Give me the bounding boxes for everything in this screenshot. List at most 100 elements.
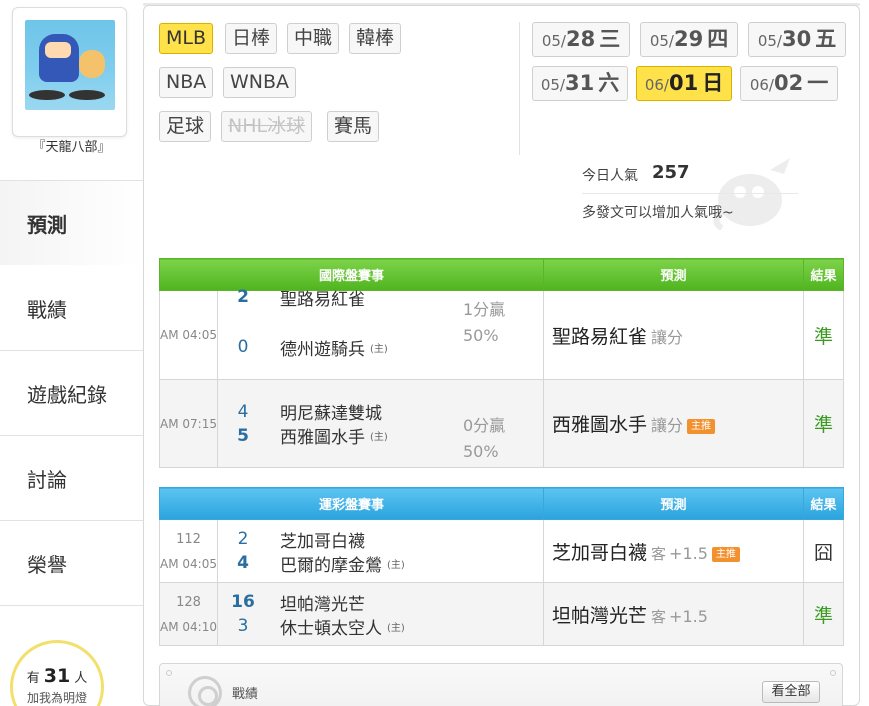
away-score: 4 bbox=[237, 401, 249, 422]
table-row[interactable]: AM 04:05 2 聖路易紅雀 0 德州遊騎兵 (主) 1分贏 50% 聖路易紅雀 讓分… bbox=[159, 287, 845, 380]
date-weekday: 日 bbox=[702, 71, 724, 95]
date-month: 05/ bbox=[540, 76, 565, 94]
spread-line: 1分贏 bbox=[463, 300, 506, 319]
pick-handicap: +1.5 bbox=[669, 606, 708, 626]
home-score: 0 bbox=[237, 337, 249, 357]
league-tab-mlb[interactable]: MLB bbox=[159, 23, 214, 54]
table-row[interactable]: 128 AM 04:10 16 坦帕灣光芒 3 休士頓太空人 (主) 坦帕灣光芒客 +1.… bbox=[159, 582, 845, 646]
result-cell: 準 bbox=[803, 379, 845, 468]
featured-pick-badge: 主推 bbox=[711, 546, 740, 562]
column-header-events: 運彩盤賽事 bbox=[158, 487, 545, 520]
date-button-0528[interactable]: 05/28 三 bbox=[532, 22, 630, 57]
home-team[interactable]: 西雅圖水手 bbox=[280, 423, 365, 448]
league-tab-wnba[interactable]: WNBA bbox=[223, 67, 297, 98]
popularity-label: 今日人氣 bbox=[582, 168, 638, 184]
popularity-note: 多發文可以增加人氣哦~ bbox=[582, 205, 734, 221]
home-team-line: 4 巴爾的摩金鶯 (主) bbox=[218, 551, 543, 576]
corner-dot bbox=[166, 670, 172, 676]
date-day: 02 bbox=[773, 71, 804, 95]
avatar-disc bbox=[29, 90, 65, 100]
prediction-cell: 坦帕灣光芒客 +1.5 bbox=[543, 582, 805, 646]
date-button-0529[interactable]: 05/29 四 bbox=[640, 22, 738, 57]
home-team[interactable]: 巴爾的摩金鶯 bbox=[280, 551, 382, 576]
nav-item-record[interactable]: 戰績 bbox=[0, 266, 143, 351]
home-score: 5 bbox=[237, 425, 249, 446]
game-time: AM 04:05 bbox=[159, 290, 218, 380]
international-odds-table: 國際盤賽事 預測 結果 AM 04:05 2 聖路易紅雀 0 德州遊騎兵 (主) 1分… bbox=[158, 258, 845, 468]
table-row[interactable]: AM 07:15 4 明尼蘇達雙城 5 西雅圖水手 (主) 0分贏 50% 西雅圖水手讓… bbox=[159, 379, 845, 468]
pick-side: 客 bbox=[651, 607, 667, 626]
pick-team: 西雅圖水手 bbox=[552, 414, 648, 436]
date-weekday: 六 bbox=[598, 71, 620, 95]
home-team[interactable]: 德州遊騎兵 bbox=[280, 335, 365, 360]
league-tab-npb[interactable]: 日棒 bbox=[225, 23, 278, 54]
date-month: 05/ bbox=[541, 32, 566, 50]
user-nickname[interactable]: 『天龍八部』 bbox=[0, 136, 143, 155]
league-tab-horse-racing[interactable]: 賽馬 bbox=[327, 111, 380, 142]
home-team[interactable]: 休士頓太空人 bbox=[280, 614, 382, 639]
nav-item-game-log[interactable]: 遊戲紀錄 bbox=[0, 351, 143, 436]
game-time: AM 04:05 bbox=[160, 556, 217, 571]
date-button-0530[interactable]: 05/30 五 bbox=[748, 22, 846, 57]
column-header-prediction: 預測 bbox=[543, 487, 805, 520]
date-button-0602[interactable]: 06/02 一 bbox=[740, 66, 838, 101]
date-weekday: 四 bbox=[707, 27, 729, 51]
date-month: 05/ bbox=[757, 32, 782, 50]
result-cell: 囧 bbox=[803, 519, 845, 583]
prediction-cell: 聖路易紅雀 讓分 bbox=[543, 290, 805, 380]
date-day: 31 bbox=[564, 71, 595, 95]
league-tab-soccer[interactable]: 足球 bbox=[159, 111, 212, 142]
record-title: 戰績 bbox=[232, 687, 259, 702]
nav-item-discussion[interactable]: 討論 bbox=[0, 436, 143, 521]
avatar-dog-figure bbox=[79, 50, 105, 78]
pick-side: 客 bbox=[651, 544, 667, 563]
popularity-divider bbox=[582, 193, 798, 194]
home-marker: (主) bbox=[387, 622, 405, 634]
view-all-button[interactable]: 看全部 bbox=[762, 681, 820, 703]
avatar-card[interactable] bbox=[12, 7, 127, 137]
column-header-result: 結果 bbox=[803, 487, 845, 520]
column-header-result: 結果 bbox=[803, 258, 845, 291]
nav-item-predict[interactable]: 預測 bbox=[0, 181, 143, 266]
matchup-cell: 4 明尼蘇達雙城 5 西雅圖水手 (主) 0分贏 50% bbox=[216, 379, 545, 468]
spread-percent: 50% bbox=[463, 442, 499, 461]
away-team[interactable]: 坦帕灣光芒 bbox=[280, 590, 365, 615]
away-team[interactable]: 聖路易紅雀 bbox=[280, 285, 365, 310]
game-time: AM 07:15 bbox=[159, 379, 218, 468]
date-button-0601[interactable]: 06/01 日 bbox=[636, 66, 732, 101]
column-header-prediction: 預測 bbox=[543, 258, 805, 291]
featured-pick-badge: 主推 bbox=[687, 419, 716, 434]
away-team[interactable]: 明尼蘇達雙城 bbox=[280, 399, 382, 424]
league-tab-cpbl[interactable]: 中職 bbox=[287, 23, 340, 54]
nav-item-honor[interactable]: 榮譽 bbox=[0, 521, 143, 606]
game-number: 128 bbox=[176, 594, 201, 610]
fans-badge[interactable]: 有 31 人 加我為明燈 bbox=[10, 640, 104, 706]
away-team[interactable]: 芝加哥白襪 bbox=[280, 527, 365, 552]
avatar-disc bbox=[69, 90, 105, 100]
spread-info: 0分贏 50% bbox=[463, 413, 505, 465]
date-weekday: 五 bbox=[815, 27, 837, 51]
league-tab-nba[interactable]: NBA bbox=[159, 67, 214, 98]
away-score: 16 bbox=[231, 592, 255, 612]
profile-sidebar: 『天龍八部』 預測 戰績 遊戲紀錄 討論 榮譽 有 31 人 加我為明燈 bbox=[0, 0, 143, 706]
result-cell: 準 bbox=[803, 582, 845, 646]
date-month: 06/ bbox=[749, 76, 774, 94]
home-marker: (主) bbox=[370, 432, 388, 443]
spread-percent: 50% bbox=[463, 326, 499, 345]
fans-count: 31 bbox=[43, 665, 71, 687]
table-row[interactable]: 112 AM 04:05 2 芝加哥白襪 4 巴爾的摩金鶯 (主) 芝加哥白襪客 +1.5… bbox=[159, 519, 845, 583]
popularity-value: 257 bbox=[652, 162, 690, 183]
date-button-0531[interactable]: 05/31 六 bbox=[532, 66, 628, 101]
league-tab-kbo[interactable]: 韓棒 bbox=[349, 23, 402, 54]
fans-follow-text: 加我為明燈 bbox=[26, 691, 87, 705]
record-spiral-icon bbox=[188, 676, 222, 706]
avatar[interactable] bbox=[25, 20, 115, 110]
away-team-line: 16 坦帕灣光芒 bbox=[218, 590, 543, 615]
game-time: AM 04:10 bbox=[160, 619, 217, 634]
date-weekday: 三 bbox=[599, 27, 621, 51]
away-score: 2 bbox=[237, 529, 249, 549]
matchup-cell: 2 聖路易紅雀 0 德州遊騎兵 (主) 1分贏 50% bbox=[216, 287, 545, 380]
home-team-line: 3 休士頓太空人 (主) bbox=[218, 614, 543, 639]
date-day: 28 bbox=[565, 27, 596, 51]
corner-dot bbox=[830, 670, 836, 676]
